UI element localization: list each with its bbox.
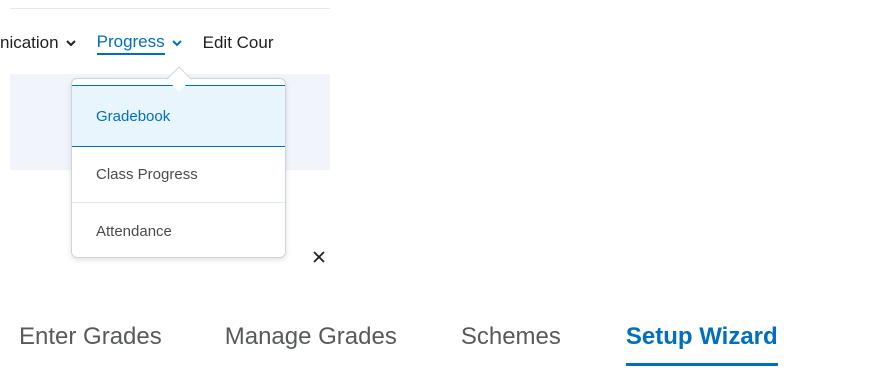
tab-manage-grades[interactable]: Manage Grades [225,310,397,366]
menu-item-attendance[interactable]: Attendance [72,203,285,257]
nav-item-label: Progress [96,31,165,55]
top-divider [10,8,330,9]
menu-item-class-progress[interactable]: Class Progress [72,147,285,203]
tab-schemes[interactable]: Schemes [461,310,561,366]
close-icon [313,251,325,263]
nav-item-label: nication [0,33,59,52]
nav-item-edit-course[interactable]: Edit Cour [203,22,323,64]
course-navbar: nication Progress Edit Cour [0,22,340,64]
nav-item-progress[interactable]: Progress [96,22,183,64]
nav-item-communication[interactable]: nication [0,22,77,64]
chevron-down-icon [65,40,76,47]
chevron-down-icon [171,40,182,47]
tab-setup-wizard[interactable]: Setup Wizard [625,310,778,366]
progress-dropdown-menu: Gradebook Class Progress Attendance [71,78,286,258]
close-button[interactable] [309,247,329,267]
nav-item-label: Edit Cour [202,33,274,52]
menu-item-gradebook[interactable]: Gradebook [72,85,285,147]
grades-tabs: Enter Grades Manage Grades Schemes Setup… [19,310,778,366]
tab-enter-grades[interactable]: Enter Grades [19,310,162,366]
